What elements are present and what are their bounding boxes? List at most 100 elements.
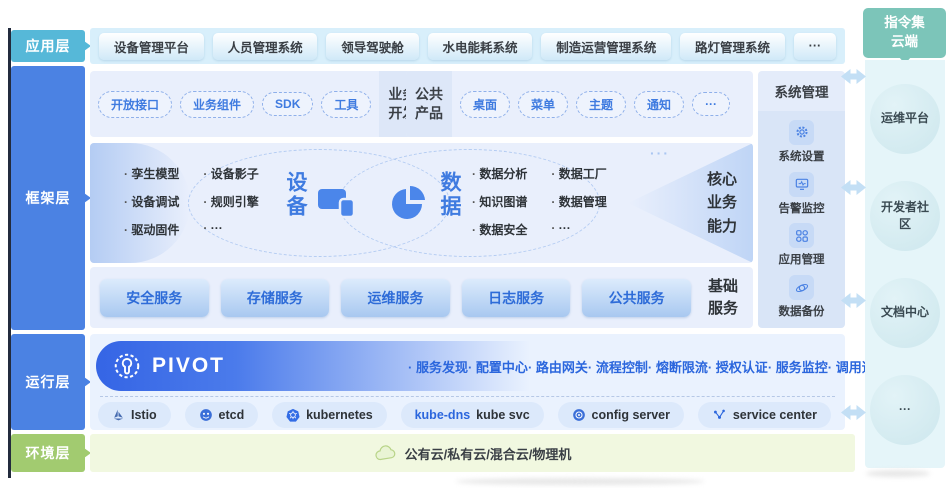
data-backup-icon <box>789 275 814 300</box>
circle-label: 文档中心 <box>881 304 929 321</box>
bottom-shadow <box>455 478 705 485</box>
business-dev-panel: 开放接口 业务组件 SDK 工具 业务开发 <box>90 71 398 137</box>
app-chip-leader-cockpit[interactable]: 领导驾驶舱 <box>326 33 418 60</box>
service-center-icon <box>712 408 727 422</box>
public-product-label-strip: 公共产品 <box>406 71 452 137</box>
chip-sdk[interactable]: SDK <box>262 92 313 116</box>
ops-platform-circle[interactable]: 运维平台 <box>870 84 940 154</box>
tech-label: config server <box>592 408 671 422</box>
app-chip-more[interactable]: ··· <box>794 33 836 60</box>
layer-label-framework: 框架层 <box>11 66 85 330</box>
kubernetes-pill[interactable]: kubernetes <box>272 402 387 428</box>
feature-item: 流程控制 <box>588 357 648 376</box>
data-backup-item[interactable]: 数据备份 <box>779 275 825 319</box>
cloud-icon <box>374 444 398 462</box>
list-item: 设备调试 <box>124 193 179 210</box>
system-management-panel: 系统管理 系统设置 告警监控 <box>758 71 845 328</box>
app-management-item[interactable]: 应用管理 <box>779 223 825 267</box>
istio-pill[interactable]: Istio <box>98 402 171 428</box>
device-feature-list: 孪生模型 设备影子 设备调试 规则引擎 驱动固件 ··· <box>124 165 259 238</box>
device-title: 设备 <box>280 171 310 219</box>
app-chip-streetlight-system[interactable]: 路灯管理系统 <box>680 33 785 60</box>
tech-label-kube-svc: kube svc <box>476 408 530 422</box>
app-chip-device-platform[interactable]: 设备管理平台 <box>99 33 204 60</box>
tech-label: service center <box>733 408 817 422</box>
public-product-panel: 公共产品 桌面 菜单 主题 通知 ··· <box>406 71 753 137</box>
cloud-panel-body: 运维平台 开发者社区 文档中心 ··· <box>865 60 945 468</box>
app-chip-personnel-system[interactable]: 人员管理系统 <box>213 33 318 60</box>
list-item: 数据管理 <box>551 193 606 210</box>
service-center-pill[interactable]: service center <box>698 402 831 428</box>
layer-label-runtime: 运行层 <box>11 334 85 430</box>
runtime-layer-band: PIVOT 服务发现 配置中心 路由网关 流程控制 熔断限流 授权认证 服务监控… <box>90 334 845 430</box>
core-more-dots: ··· <box>650 145 670 161</box>
chip-open-api[interactable]: 开放接口 <box>98 91 172 118</box>
architecture-diagram: 应用层 框架层 运行层 环境层 设备管理平台 人员管理系统 领导驾驶舱 水电能耗… <box>0 0 949 488</box>
core-capability-label: 核心业务能力 <box>704 168 740 238</box>
feature-item: 授权认证 <box>708 357 768 376</box>
list-item: 驱动固件 <box>124 221 179 238</box>
double-arrow-icon <box>841 404 866 421</box>
more-circle[interactable]: ··· <box>870 375 940 445</box>
runtime-feature-list: 服务发现 配置中心 路由网关 流程控制 熔断限流 授权认证 服务监控 调用追踪 <box>408 341 837 391</box>
layer-label-environment: 环境层 <box>11 434 85 472</box>
alert-monitor-icon <box>789 172 814 197</box>
ops-service-button[interactable]: 运维服务 <box>341 279 450 317</box>
environment-text: 公有云/私有云/混合云/物理机 <box>405 444 572 463</box>
cloud-panel-title: 指令集云端 <box>881 14 928 52</box>
security-service-button[interactable]: 安全服务 <box>100 279 209 317</box>
feature-item: 路由网关 <box>528 357 588 376</box>
chip-desktop[interactable]: 桌面 <box>460 91 510 118</box>
pivot-brand-text: PIVOT <box>152 354 225 378</box>
feature-item: 服务监控 <box>768 357 828 376</box>
feature-item: 配置中心 <box>468 357 528 376</box>
chip-more[interactable]: ··· <box>692 92 730 116</box>
system-management-title: 系统管理 <box>758 71 845 111</box>
layer-label-text: 框架层 <box>26 188 71 208</box>
log-service-button[interactable]: 日志服务 <box>462 279 571 317</box>
system-settings-item[interactable]: 系统设置 <box>779 120 825 164</box>
config-server-icon <box>572 408 586 422</box>
alert-monitor-label: 告警监控 <box>779 200 825 216</box>
etcd-pill[interactable]: etcd <box>185 402 259 428</box>
app-grid-icon <box>789 223 814 248</box>
list-item: 孪生模型 <box>124 165 179 182</box>
devices-icon <box>316 183 360 223</box>
dashed-divider <box>100 396 835 397</box>
runtime-tech-row: Istio etcd kubernetes kube-dns kube svc … <box>98 402 831 428</box>
pivot-gear-wrench-icon <box>112 351 142 381</box>
data-backup-label: 数据备份 <box>779 303 825 319</box>
basic-services-label: 基础服务 <box>703 276 743 320</box>
developer-community-circle[interactable]: 开发者社区 <box>870 181 940 251</box>
tech-label: kubernetes <box>306 408 373 422</box>
chip-tools[interactable]: 工具 <box>321 91 371 118</box>
storage-service-button[interactable]: 存储服务 <box>221 279 330 317</box>
double-arrow-icon <box>841 68 866 85</box>
list-item: 数据工厂 <box>551 165 606 182</box>
public-service-button[interactable]: 公共服务 <box>582 279 691 317</box>
application-layer-band: 设备管理平台 人员管理系统 领导驾驶舱 水电能耗系统 制造运营管理系统 路灯管理… <box>90 28 845 64</box>
layer-label-text: 运行层 <box>26 372 71 392</box>
app-chip-energy-system[interactable]: 水电能耗系统 <box>428 33 533 60</box>
config-server-pill[interactable]: config server <box>558 402 685 428</box>
data-feature-list: 数据分析 数据工厂 知识图谱 数据管理 数据安全 ··· <box>472 165 607 238</box>
istio-icon <box>112 408 125 422</box>
environment-layer-band: 公有云/私有云/混合云/物理机 <box>90 434 855 472</box>
chip-business-component[interactable]: 业务组件 <box>180 91 254 118</box>
chip-theme[interactable]: 主题 <box>576 91 626 118</box>
public-product-label: 公共产品 <box>414 85 445 123</box>
bottom-shadow <box>866 470 930 477</box>
list-item: ··· <box>551 221 606 238</box>
app-chip-manufacturing-system[interactable]: 制造运营管理系统 <box>541 33 671 60</box>
alert-monitor-item[interactable]: 告警监控 <box>779 172 825 216</box>
chip-notification[interactable]: 通知 <box>634 91 684 118</box>
pie-chart-icon <box>388 183 428 223</box>
tech-label: Istio <box>131 408 157 422</box>
circle-label: 开发者社区 <box>881 199 929 233</box>
chip-menu[interactable]: 菜单 <box>518 91 568 118</box>
system-management-list: 系统设置 告警监控 应用管理 <box>758 111 845 328</box>
gear-icon <box>789 120 814 145</box>
kube-dns-pill[interactable]: kube-dns kube svc <box>401 402 544 428</box>
list-item: 规则引擎 <box>203 193 258 210</box>
doc-center-circle[interactable]: 文档中心 <box>870 278 940 348</box>
